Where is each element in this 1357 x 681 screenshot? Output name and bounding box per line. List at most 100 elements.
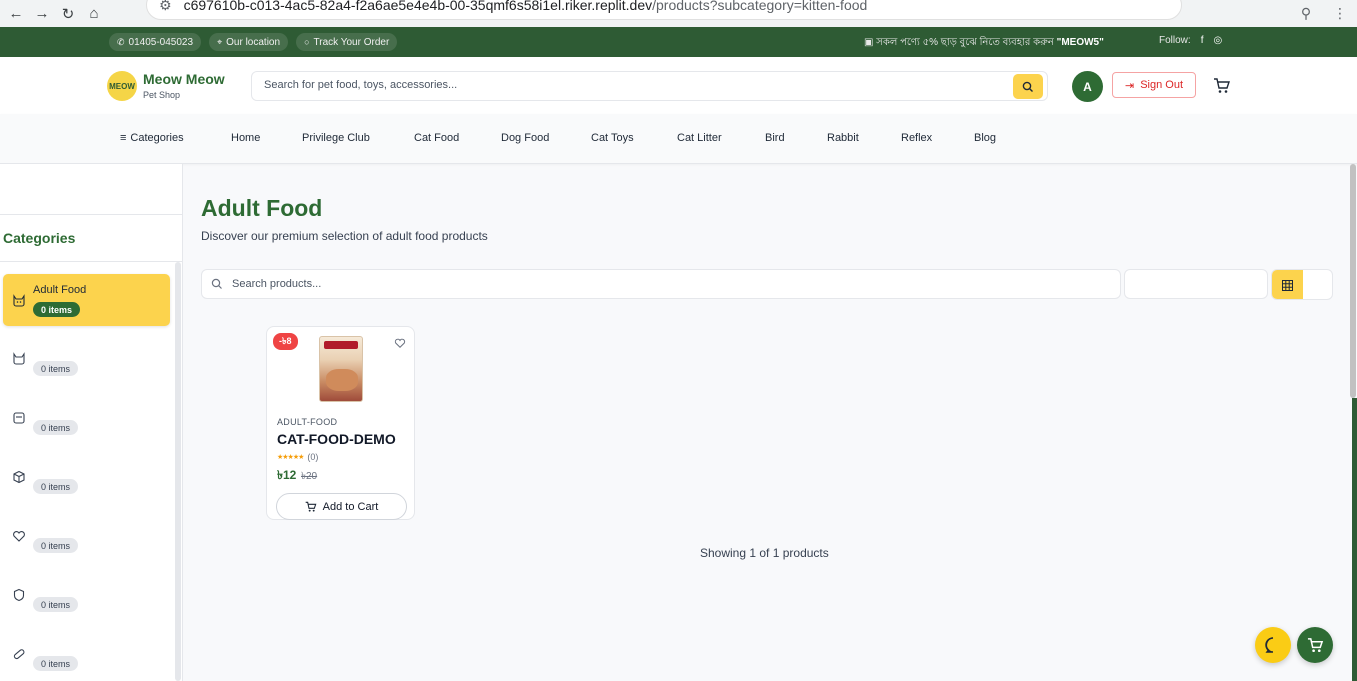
pill-icon <box>13 649 25 660</box>
sidebar-scrollbar[interactable] <box>175 262 181 681</box>
brand-subtitle: Pet Shop <box>143 90 181 100</box>
add-to-cart-label: Add to Cart <box>322 500 379 513</box>
package-icon: ○ <box>304 37 310 47</box>
sidebar-item-adult-food[interactable]: Adult Food 0 items <box>3 274 170 326</box>
sidebar-item-7[interactable]: 0 items <box>3 637 170 681</box>
cart-icon <box>305 501 317 512</box>
location-pill[interactable]: ⌖ Our location <box>209 33 289 51</box>
chat-button[interactable] <box>1255 627 1291 663</box>
track-order-label: Track Your Order <box>313 36 390 48</box>
product-rating: ★★★★★ (0) <box>277 452 318 462</box>
nav-item-privilege-club[interactable]: Privilege Club <box>302 132 370 144</box>
nav-item-bird[interactable]: Bird <box>765 132 785 144</box>
nav-item-home[interactable]: Home <box>231 132 260 144</box>
instagram-icon[interactable]: ◎ <box>1213 35 1222 46</box>
forward-icon[interactable]: → <box>32 4 52 24</box>
nav-item-cat-food[interactable]: Cat Food <box>414 132 459 144</box>
add-to-cart-button[interactable]: Add to Cart <box>276 493 407 520</box>
sidebar-item-2[interactable]: 0 items <box>3 342 170 394</box>
package-icon <box>13 412 25 424</box>
item-count-badge: 0 items <box>33 597 79 612</box>
heart-icon[interactable] <box>394 337 406 349</box>
page-edge <box>1352 398 1357 681</box>
logo-text: MEOW <box>109 81 135 91</box>
discount-badge: -৳8 <box>273 333 298 350</box>
category-sidebar: Categories Adult Food 0 items 0 items 0 … <box>0 164 183 681</box>
nav-categories-label: Categories <box>130 132 184 144</box>
main-nav: ≡ Categories Home Privilege Club Cat Food… <box>0 114 1357 164</box>
list-view-button[interactable] <box>1303 270 1332 299</box>
promo-text: সকল পণ্যে ৫% ছাড় বুঝে নিতে ব্যবহার করুন <box>876 37 1054 48</box>
product-price: ৳12 <box>277 468 297 482</box>
grid-icon <box>1282 280 1293 291</box>
phone-pill[interactable]: ✆ 01405-045023 <box>109 33 202 51</box>
sidebar-title: Categories <box>3 230 76 246</box>
address-bar[interactable]: ⚙ c697610b-c013-4ac5-82a4-f2a6ae5e4e4b-0… <box>146 0 1182 20</box>
item-count-badge: 0 items <box>33 361 79 376</box>
brand-name: Meow Meow <box>143 71 225 87</box>
rating-count: (0) <box>307 452 319 462</box>
cat-icon <box>13 352 25 365</box>
page-scrollbar[interactable] <box>1350 164 1356 398</box>
promo-code: "MEOW5" <box>1056 37 1104 48</box>
results-count: Showing 1 of 1 products <box>700 546 829 560</box>
phone-icon: ✆ <box>117 36 125 47</box>
nav-item-dog-food[interactable]: Dog Food <box>501 132 549 144</box>
heart-icon <box>13 531 25 542</box>
search-icon <box>1022 81 1033 92</box>
sign-out-button[interactable]: ⇥ Sign Out <box>1112 72 1196 98</box>
page-subtitle: Discover our premium selection of adult … <box>201 229 488 243</box>
site-info-icon[interactable]: ⚙ <box>159 0 172 14</box>
nav-item-cat-toys[interactable]: Cat Toys <box>591 132 634 144</box>
product-image[interactable] <box>319 336 363 402</box>
sidebar-item-3[interactable]: 0 items <box>3 401 170 453</box>
page-title: Adult Food <box>201 195 323 221</box>
promo-banner: ▣ সকল পণ্যে ৫% ছাড় বুঝে নিতে ব্যবহার কর… <box>864 35 1104 52</box>
location-label: Our location <box>226 36 281 48</box>
divider <box>0 214 183 215</box>
header-search <box>251 71 1048 101</box>
brand[interactable]: Meow Meow Pet Shop <box>143 71 225 100</box>
extensions-icon[interactable]: ⚲ <box>1289 5 1323 22</box>
nav-item-reflex[interactable]: Reflex <box>901 132 932 144</box>
nav-item-rabbit[interactable]: Rabbit <box>827 132 859 144</box>
product-card[interactable]: -৳8 ADULT-FOOD CAT-FOOD-DEMO ★★★★★ (0) ৳1… <box>266 326 415 520</box>
nav-categories[interactable]: ≡ Categories <box>120 132 184 144</box>
url-host: c697610b-c013-4ac5-82a4-f2a6ae5e4e4b-00-… <box>183 0 653 13</box>
grid-view-button[interactable] <box>1272 270 1303 299</box>
site-header: MEOW Meow Meow Pet Shop A ⇥ Sign Out <box>0 57 1357 114</box>
view-toggle <box>1271 269 1333 300</box>
top-info-bar: ✆ 01405-045023 ⌖ Our location ○ Track Your … <box>0 27 1357 57</box>
url-path: /products?subcategory=kitten-food <box>652 0 868 13</box>
chat-icon <box>1265 637 1274 653</box>
header-search-button[interactable] <box>1013 74 1043 99</box>
home-icon[interactable]: ⌂ <box>84 4 104 24</box>
back-icon[interactable]: ← <box>6 4 26 24</box>
item-count-badge: 0 items <box>33 420 79 435</box>
user-avatar[interactable]: A <box>1072 71 1103 102</box>
map-icon: ⌖ <box>217 36 223 47</box>
nav-item-cat-litter[interactable]: Cat Litter <box>677 132 722 144</box>
item-count-badge: 0 items <box>33 302 81 317</box>
product-name[interactable]: CAT-FOOD-DEMO <box>277 431 396 447</box>
divider <box>0 261 183 262</box>
cart-icon[interactable] <box>1213 77 1231 95</box>
track-order-pill[interactable]: ○ Track Your Order <box>296 33 398 51</box>
sidebar-item-5[interactable]: 0 items <box>3 519 170 571</box>
menu-dots-icon[interactable]: ⋮ <box>1323 5 1357 22</box>
sign-out-label: Sign Out <box>1140 79 1184 91</box>
header-search-input[interactable] <box>264 79 1004 91</box>
product-search-input[interactable] <box>232 278 1102 290</box>
nav-item-blog[interactable]: Blog <box>974 132 996 144</box>
cart-icon <box>1307 637 1323 652</box>
reload-icon[interactable]: ↻ <box>58 4 78 24</box>
facebook-icon[interactable]: f <box>1201 35 1204 46</box>
sidebar-item-6[interactable]: 0 items <box>3 578 170 630</box>
product-old-price: ৳20 <box>301 471 318 482</box>
product-category: ADULT-FOOD <box>277 417 338 427</box>
follow-links: Follow: f ◎ <box>1159 35 1222 46</box>
floating-cart-button[interactable] <box>1297 627 1333 663</box>
logo[interactable]: MEOW <box>107 71 137 101</box>
sort-select[interactable] <box>1124 269 1268 299</box>
sidebar-item-4[interactable]: 0 items <box>3 460 170 512</box>
